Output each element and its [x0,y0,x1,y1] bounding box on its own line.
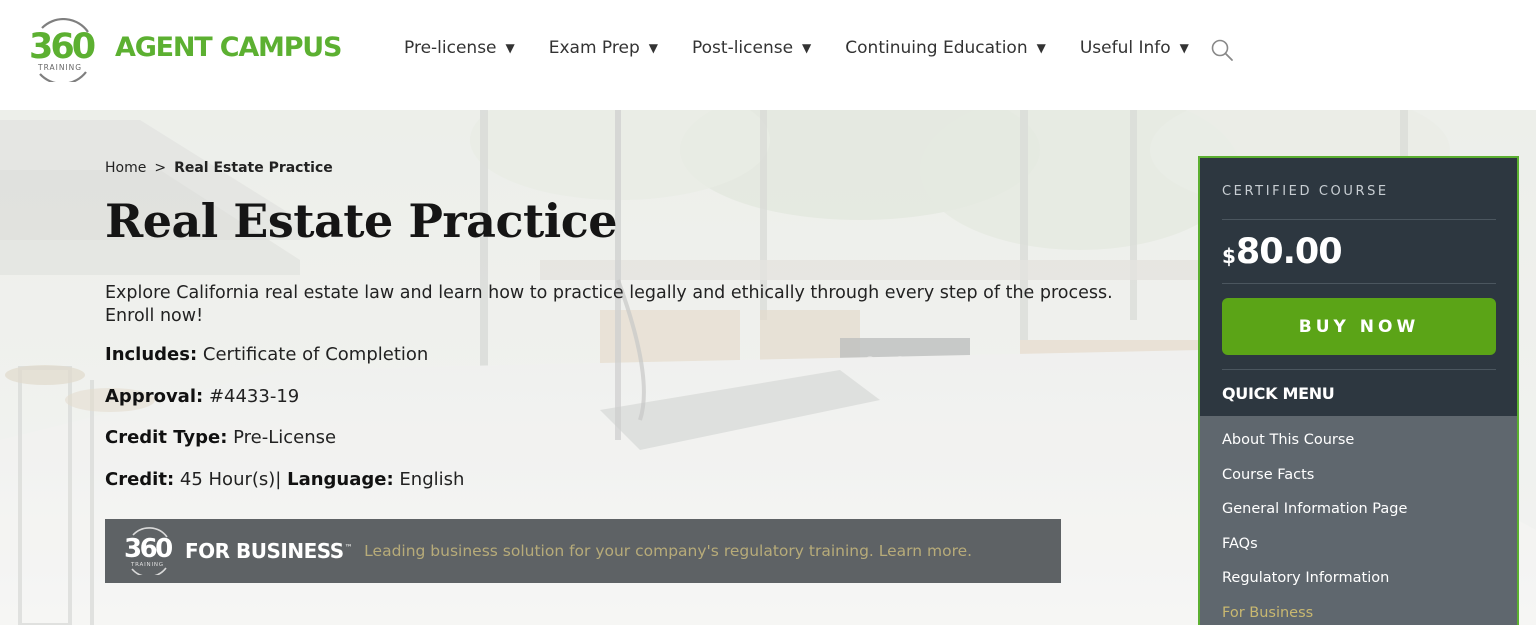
svg-text:360: 360 [124,534,172,564]
svg-text:TRAINING: TRAINING [37,63,82,72]
includes-value: Certificate of Completion [202,344,429,365]
quick-menu-faqs[interactable]: FAQs [1222,536,1258,552]
nav-label: Continuing Education [845,38,1028,58]
for-business-title-text: FOR BUSINESS [185,539,344,563]
breadcrumb-separator: > [154,160,167,176]
includes-label: Includes: [105,344,198,365]
quick-menu-about-this-course[interactable]: About This Course [1222,432,1354,448]
approval-value: #4433-19 [208,386,300,407]
for-business-text: Leading business solution for your compa… [364,542,973,560]
breadcrumb-current: Real Estate Practice [174,160,333,176]
divider [1222,369,1496,370]
nav-label: Post-license [692,38,794,58]
credit-value: 45 Hour(s) [179,469,276,490]
360-training-logo[interactable]: 360 TRAINING [28,18,100,82]
language-label: Language: [287,469,394,490]
nav-item-pre-license[interactable]: Pre-license ▼ [404,38,515,58]
quick-menu-regulatory-information[interactable]: Regulatory Information [1222,570,1389,586]
credit-type-value: Pre-License [233,427,337,448]
trademark-mark: ™ [344,543,353,553]
caret-down-icon: ▼ [802,41,812,55]
nav-label: Useful Info [1079,38,1171,58]
certified-course-label: CERTIFIED COURSE [1222,184,1389,199]
caret-down-icon: ▼ [1179,41,1189,55]
quick-menu-course-facts[interactable]: Course Facts [1222,467,1314,483]
caret-down-icon: ▼ [648,41,658,55]
svg-text:TRAINING: TRAINING [130,562,164,568]
nav-item-post-license[interactable]: Post-license ▼ [692,38,811,58]
brand-name[interactable]: AGENT CAMPUS [115,32,342,63]
nav-item-continuing-education[interactable]: Continuing Education ▼ [845,38,1046,58]
course-purchase-card: CERTIFIED COURSE $ 80.00 BUY NOW QUICK M… [1198,156,1519,625]
quick-menu-for-business[interactable]: For Business [1222,605,1313,621]
price-amount: 80.00 [1235,232,1343,272]
divider [1222,283,1496,284]
credit-label: Credit: [105,469,175,490]
for-business-banner[interactable]: 360 TRAINING FOR BUSINESS™ Leading busin… [105,519,1061,583]
nav-label: Pre-license [404,38,497,58]
course-description: Explore California real estate law and l… [105,283,1113,326]
for-business-title: FOR BUSINESS™ [185,539,353,563]
course-price: $ 80.00 [1222,232,1343,272]
quick-menu: About This Course Course Facts General I… [1200,416,1517,625]
price-currency: $ [1222,244,1236,268]
course-approval: Approval: #4433-19 [105,386,299,407]
search-icon[interactable] [1210,38,1234,62]
quick-menu-title: QUICK MENU [1222,384,1335,403]
caret-down-icon: ▼ [505,41,515,55]
language-value: English [399,469,465,490]
course-credit-type: Credit Type: Pre-License [105,427,336,448]
360-training-logo: 360 TRAINING [123,527,175,578]
credit-separator: | [275,469,282,490]
page-title: Real Estate Practice [105,194,617,248]
site-header: 360 TRAINING AGENT CAMPUS Pre-license ▼ … [0,0,1536,110]
course-credit-language: Credit: 45 Hour(s)| Language: English [105,469,464,490]
course-includes: Includes: Certificate of Completion [105,344,428,365]
breadcrumb: Home > Real Estate Practice [105,160,333,176]
svg-text:360: 360 [29,27,95,67]
quick-menu-general-information[interactable]: General Information Page [1222,501,1407,517]
breadcrumb-home[interactable]: Home [105,160,146,176]
nav-label: Exam Prep [548,38,640,58]
divider [1222,219,1496,220]
credit-type-label: Credit Type: [105,427,228,448]
buy-now-button[interactable]: BUY NOW [1222,298,1496,355]
approval-label: Approval: [105,386,204,407]
nav-item-exam-prep[interactable]: Exam Prep ▼ [549,38,658,58]
caret-down-icon: ▼ [1036,41,1046,55]
main-nav: Pre-license ▼ Exam Prep ▼ Post-license ▼… [404,38,1223,58]
nav-item-useful-info[interactable]: Useful Info ▼ [1080,38,1189,58]
